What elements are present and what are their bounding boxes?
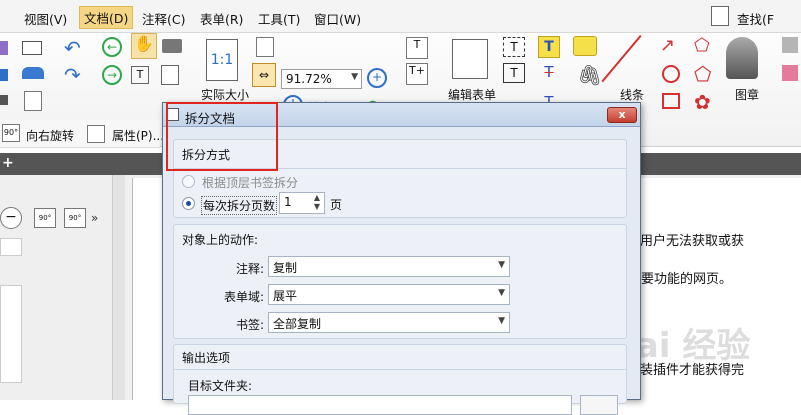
menu-document[interactable]: 文档(D) [79,6,134,29]
menu-form[interactable]: 表单(R) [200,9,243,28]
menu-comment[interactable]: 注释(C) [142,9,185,28]
radio-split-by-pages[interactable] [182,197,195,210]
form-field-select[interactable]: 展平 ▼ [268,284,510,305]
purple-tool-icon[interactable] [0,41,8,55]
forward-icon[interactable]: → [102,65,122,85]
clipboard-icon[interactable] [161,65,179,85]
properties-label[interactable]: 属性(P)... [112,127,164,144]
annotation-label: 注释: [235,262,264,276]
snapshot-icon[interactable] [162,39,182,53]
zoom-out-icon[interactable]: − [0,207,22,229]
more-icon[interactable]: » [91,211,98,225]
rotate-left-thumb-icon[interactable]: 90° [34,208,56,228]
secondary-toolbar: 90° 向右旋转 属性(P)... [0,120,164,148]
pentagon-icon[interactable]: ⬠ [694,62,711,86]
page-thumbnail[interactable] [0,285,22,383]
menu-tools[interactable]: 工具(T) [258,9,300,28]
attachment-icon[interactable]: 🖇 [577,63,602,87]
menu-view[interactable]: 视图(V) [24,9,67,28]
chevron-down-icon: ▼ [498,288,505,298]
undo-icon[interactable]: ↶ [64,36,81,60]
annotation-select[interactable]: 复制 ▼ [268,256,510,277]
blue-tool-icon[interactable] [0,69,8,81]
arrow-icon[interactable]: ↗ [660,35,675,56]
ellipse-icon[interactable] [662,65,680,83]
form-field-label: 表单域: [223,290,264,304]
line-label[interactable]: 线条 [620,86,644,103]
annotation-value: 复制 [273,261,298,275]
chevron-down-icon: ▼ [351,72,358,82]
bookmark-select[interactable]: 全部复制 ▼ [268,312,510,333]
split-by-pages-label[interactable]: 每次拆分页数 [201,196,278,215]
zoom-tool-icon[interactable]: + [367,68,387,88]
hand-tool-icon[interactable]: ✋ [131,33,157,59]
text-field-icon[interactable]: T [406,37,428,59]
browse-folder-button[interactable] [580,395,618,415]
output-options-header: 输出选项 [182,351,231,365]
actual-size-label[interactable]: 实际大小 [201,86,249,103]
menu-bar: 视图(V) 文档(D) 注释(C) 表单(R) 工具(T) 窗口(W) 查找(F [0,0,801,33]
stamp-icon[interactable] [726,37,758,79]
group-divider [174,369,626,370]
target-folder-field[interactable] [188,395,572,415]
split-by-bookmark-label[interactable]: 根据顶层书签拆分 [202,174,298,191]
radio-split-by-bookmark[interactable] [182,175,195,188]
zoom-value: 91.72% [286,72,332,86]
note-icon[interactable] [573,36,597,56]
edit-form-label[interactable]: 编辑表单 [448,86,496,103]
typewriter-icon[interactable]: T [503,63,525,83]
pencil-icon[interactable] [782,37,798,53]
rectangle-icon[interactable] [662,93,680,109]
find-menu[interactable]: 查找(F [737,9,774,28]
email-icon[interactable] [22,41,42,55]
page-thumbnail-panel: − 90° 90° » [0,175,125,400]
redo-icon[interactable]: ↷ [64,63,81,87]
small-tool-icon[interactable] [0,95,8,105]
scanner-icon[interactable] [22,67,44,79]
thumbnail-scrollbar[interactable] [112,175,125,400]
stamp-label[interactable]: 图章 [735,86,759,103]
properties-icon[interactable] [87,125,105,143]
page-thumbnail[interactable] [0,238,22,256]
eraser-icon[interactable] [782,65,798,81]
rotate-right-label[interactable]: 向右旋转 [26,127,74,144]
actual-size-icon[interactable]: 1:1 [206,39,238,81]
chevron-down-icon: ▼ [498,260,505,270]
fit-width-icon[interactable]: ⇔ [252,63,276,87]
pages-per-split-stepper[interactable]: 1 ▲ ▼ [279,192,325,214]
chevron-down-icon: ▼ [498,316,505,326]
close-button[interactable]: x [607,107,637,123]
edit-form-icon[interactable] [452,39,488,79]
new-tab-icon[interactable]: + [2,155,14,171]
zoom-select[interactable]: 91.72% ▼ [281,69,362,89]
form-field-value: 展平 [273,289,298,303]
textbox-icon[interactable]: T [503,37,525,57]
highlight-box [166,102,278,171]
pages-per-split-value: 1 [284,195,292,209]
pages-unit-label: 页 [330,198,343,212]
fit-page-icon[interactable] [256,37,274,57]
rotate-right-thumb-icon[interactable]: 90° [64,208,86,228]
rotate-right-icon[interactable]: 90° [2,124,20,142]
object-actions-group: 对象上的动作: 注释: 复制 ▼ 表单域: 展平 ▼ 书签: 全部复制 ▼ [173,224,627,339]
line-tool-icon[interactable] [601,35,642,83]
object-actions-header: 对象上的动作: [182,233,259,247]
new-doc-icon[interactable] [24,91,42,111]
page-text-line: 要功能的网页。 [641,272,733,287]
bookmark-label: 书签: [235,318,264,332]
output-options-group: 输出选项 目标文件夹: [173,344,627,415]
stepper-arrows-icon[interactable]: ▲ ▼ [314,193,320,211]
page-text-line: 值用户无法获取或获 [627,234,745,249]
menu-window[interactable]: 窗口(W) [314,9,361,28]
polygon-icon[interactable]: ⬠ [694,35,710,56]
find-icon[interactable] [711,6,729,26]
add-text-icon[interactable]: T+ [406,63,428,85]
select-text-icon[interactable]: T [131,66,149,84]
back-icon[interactable]: ← [102,37,122,57]
bookmark-value: 全部复制 [273,317,322,331]
highlight-text-icon[interactable]: T [538,36,560,58]
cloud-icon[interactable]: ✿ [694,90,711,114]
target-folder-label: 目标文件夹: [188,379,253,393]
strikeout-icon[interactable]: T [538,63,560,85]
